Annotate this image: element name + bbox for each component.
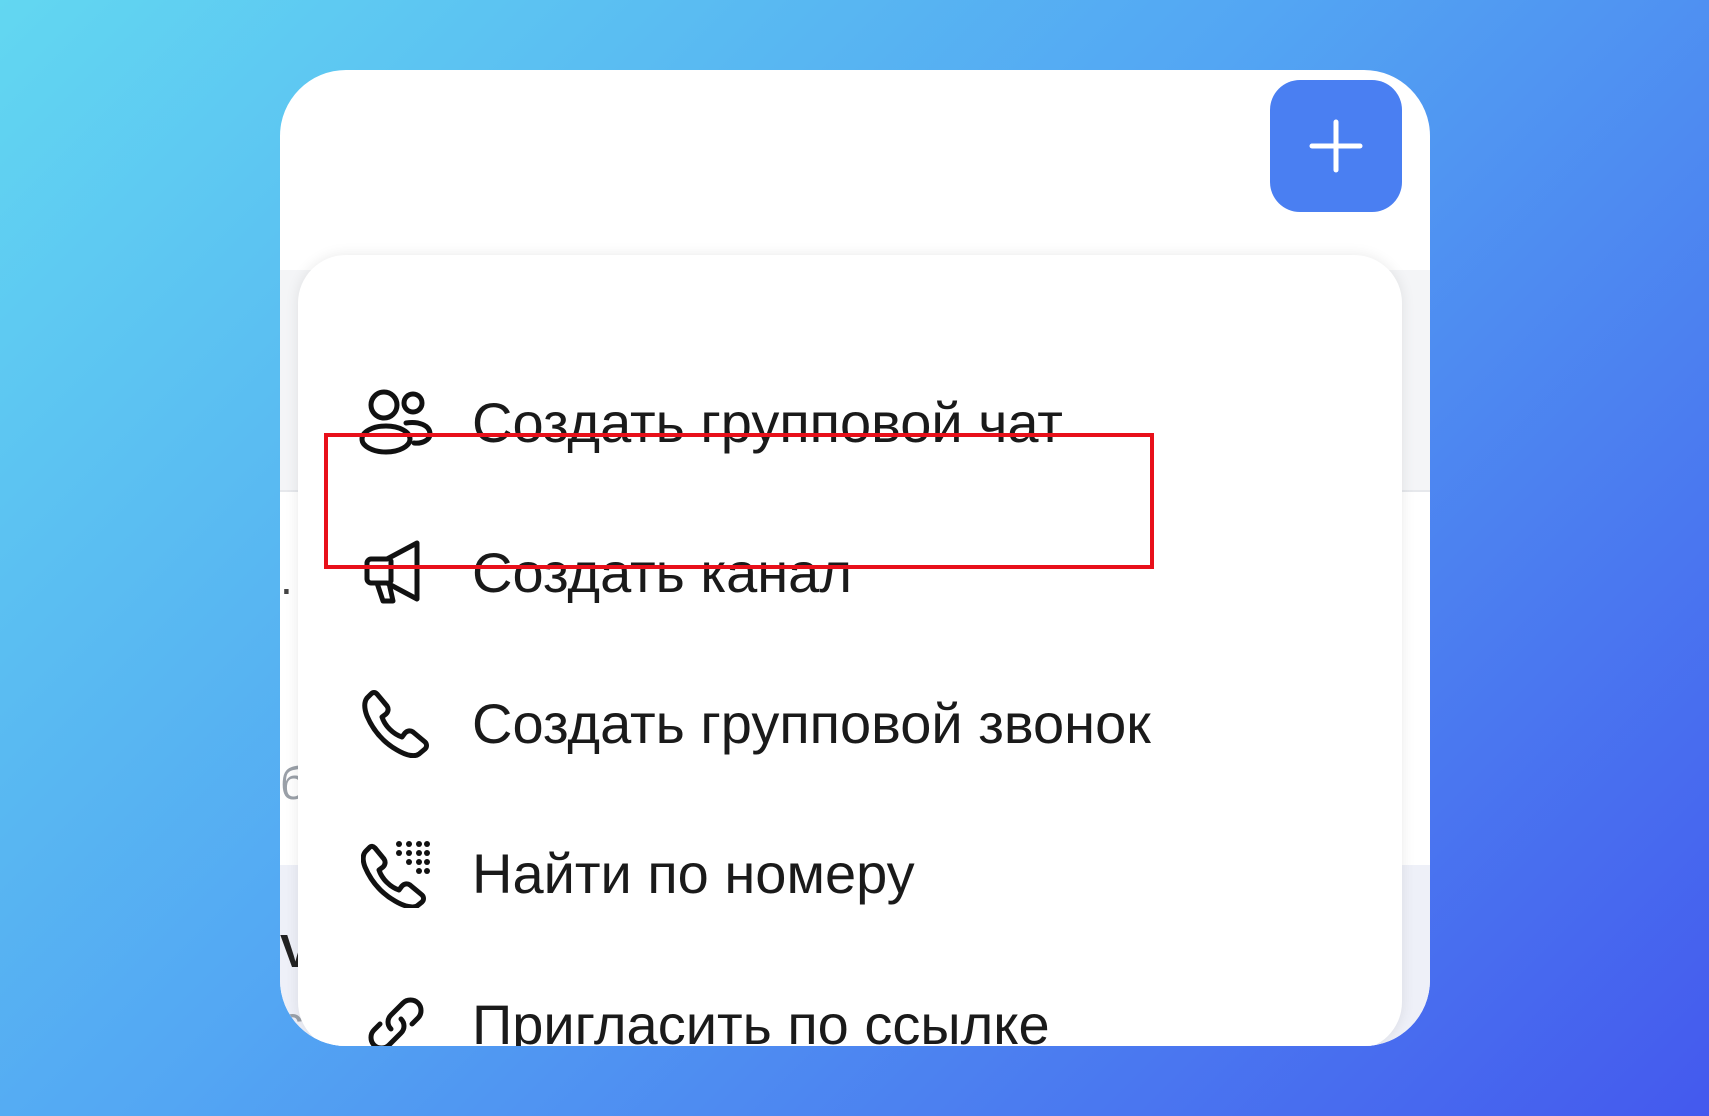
menu-item-create-group-call[interactable]: Создать групповой звонок bbox=[358, 673, 1151, 773]
create-menu: Создать групповой чат Создать канал Созд… bbox=[298, 255, 1402, 1046]
link-icon bbox=[358, 986, 434, 1046]
phone-icon bbox=[358, 685, 434, 761]
menu-item-label: Создать групповой звонок bbox=[472, 691, 1151, 755]
menu-item-label: Пригласить по ссылке bbox=[472, 992, 1050, 1047]
phone-keypad-icon bbox=[358, 835, 434, 911]
add-button[interactable] bbox=[1270, 80, 1402, 212]
plus-icon bbox=[1309, 119, 1363, 173]
highlight-frame bbox=[324, 433, 1154, 569]
menu-item-find-by-number[interactable]: Найти по номеру bbox=[358, 823, 915, 923]
background-text-fragment: . bbox=[280, 552, 293, 604]
menu-item-label: Найти по номеру bbox=[472, 841, 915, 905]
menu-item-invite-by-link[interactable]: Пригласить по ссылке bbox=[358, 974, 1050, 1046]
